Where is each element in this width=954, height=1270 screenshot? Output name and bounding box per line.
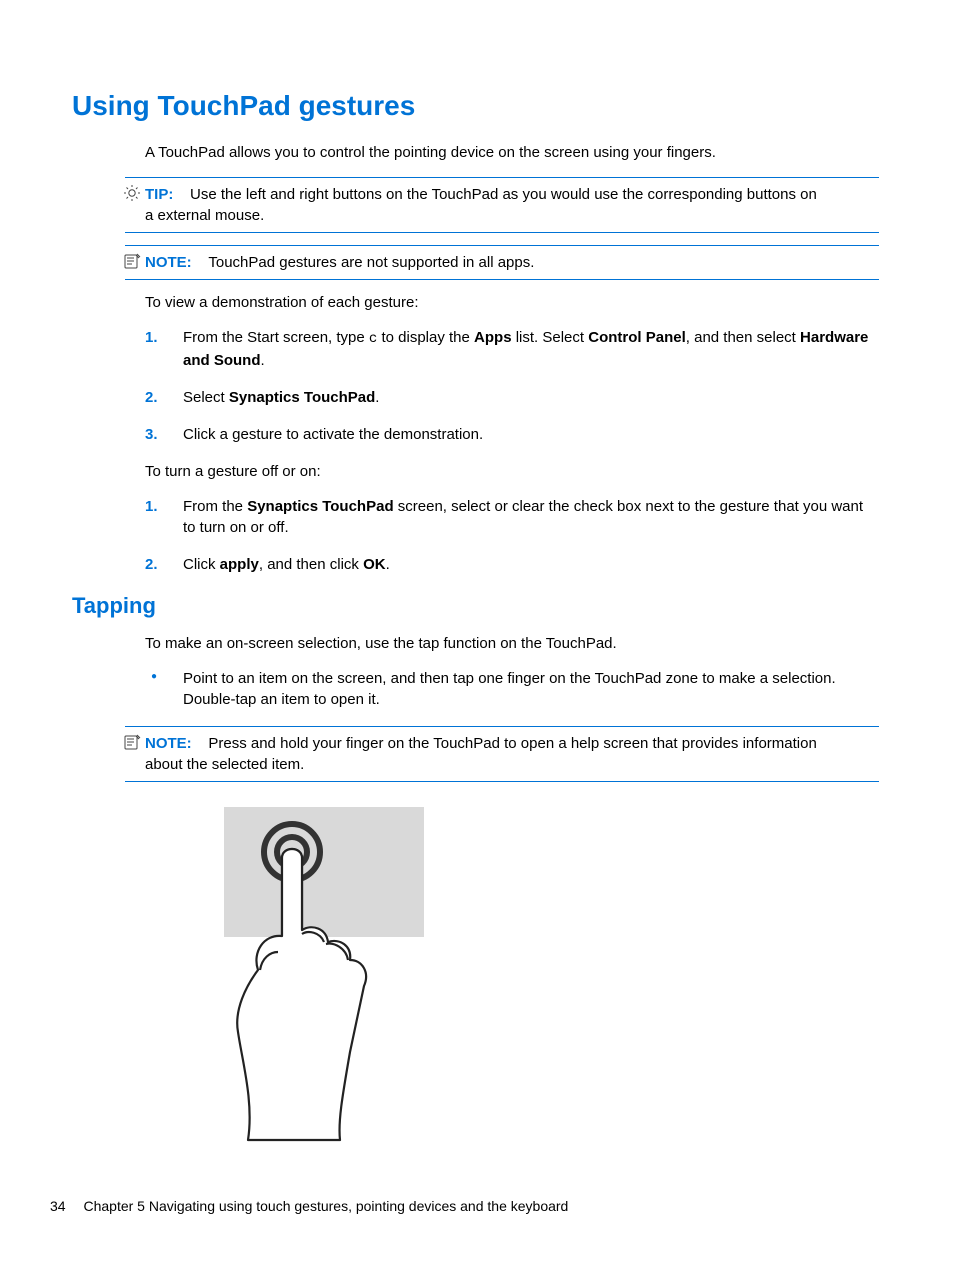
note1-text: TouchPad gestures are not supported in a… xyxy=(196,254,535,271)
note-label: NOTE: xyxy=(145,735,192,752)
note-callout-2: NOTE: Press and hold your finger on the … xyxy=(125,726,879,782)
list-number: 1. xyxy=(145,496,158,517)
tip-text-line1: Use the left and right buttons on the To… xyxy=(178,186,817,203)
note2-text-line1: Press and hold your finger on the TouchP… xyxy=(196,735,817,752)
demo-steps-list: 1. From the Start screen, type c to disp… xyxy=(145,327,879,445)
toggle-step-1: 1. From the Synaptics TouchPad screen, s… xyxy=(145,496,879,538)
list-number: 1. xyxy=(145,327,158,348)
demo-step-3: 3. Click a gesture to activate the demon… xyxy=(145,424,879,445)
tip-icon xyxy=(123,184,141,202)
toggle-intro: To turn a gesture off or on: xyxy=(145,461,879,482)
tip-label: TIP: xyxy=(145,186,173,203)
tip-text-line2: a external mouse. xyxy=(145,205,879,226)
list-number: 2. xyxy=(145,387,158,408)
tapping-bullet-1: Point to an item on the screen, and then… xyxy=(145,668,879,710)
page-footer: 34 Chapter 5 Navigating using touch gest… xyxy=(50,1198,879,1214)
note-icon xyxy=(123,252,141,270)
toggle-steps-list: 1. From the Synaptics TouchPad screen, s… xyxy=(145,496,879,575)
tip-callout: TIP: Use the left and right buttons on t… xyxy=(125,177,879,233)
note2-text-line2: about the selected item. xyxy=(145,754,879,775)
list-number: 3. xyxy=(145,424,158,445)
page-number: 34 xyxy=(50,1198,66,1214)
tapping-bullets: Point to an item on the screen, and then… xyxy=(145,668,879,710)
demo-step-1: 1. From the Start screen, type c to disp… xyxy=(145,327,879,371)
note-icon xyxy=(123,733,141,751)
note-label: NOTE: xyxy=(145,254,192,271)
heading-using-touchpad-gestures: Using TouchPad gestures xyxy=(72,90,879,122)
demo-intro: To view a demonstration of each gesture: xyxy=(145,292,879,313)
tapping-intro: To make an on-screen selection, use the … xyxy=(145,633,879,654)
heading-tapping: Tapping xyxy=(72,593,879,619)
intro-paragraph: A TouchPad allows you to control the poi… xyxy=(145,142,879,163)
tapping-figure xyxy=(200,802,879,1146)
chapter-title: Chapter 5 Navigating using touch gesture… xyxy=(83,1198,568,1214)
toggle-step-2: 2. Click apply, and then click OK. xyxy=(145,554,879,575)
demo-step-2: 2. Select Synaptics TouchPad. xyxy=(145,387,879,408)
note-callout-1: NOTE: TouchPad gestures are not supporte… xyxy=(125,245,879,280)
list-number: 2. xyxy=(145,554,158,575)
